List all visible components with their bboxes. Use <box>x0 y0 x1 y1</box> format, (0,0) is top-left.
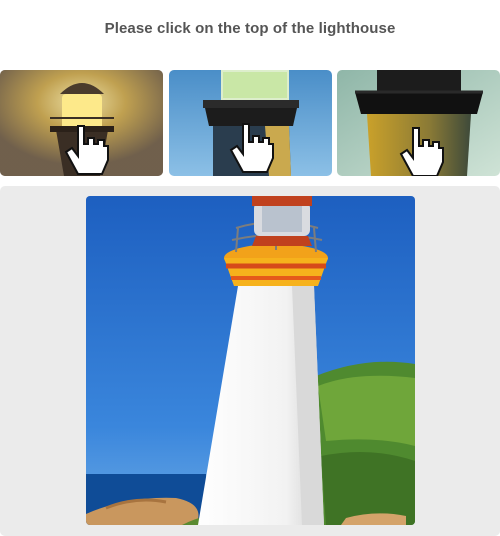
challenge-image[interactable] <box>86 196 415 525</box>
challenge-prompt: Please click on the top of the lighthous… <box>104 20 396 37</box>
example-image-1 <box>0 70 163 176</box>
example-image-3 <box>337 70 500 176</box>
example-image-2 <box>169 70 332 176</box>
